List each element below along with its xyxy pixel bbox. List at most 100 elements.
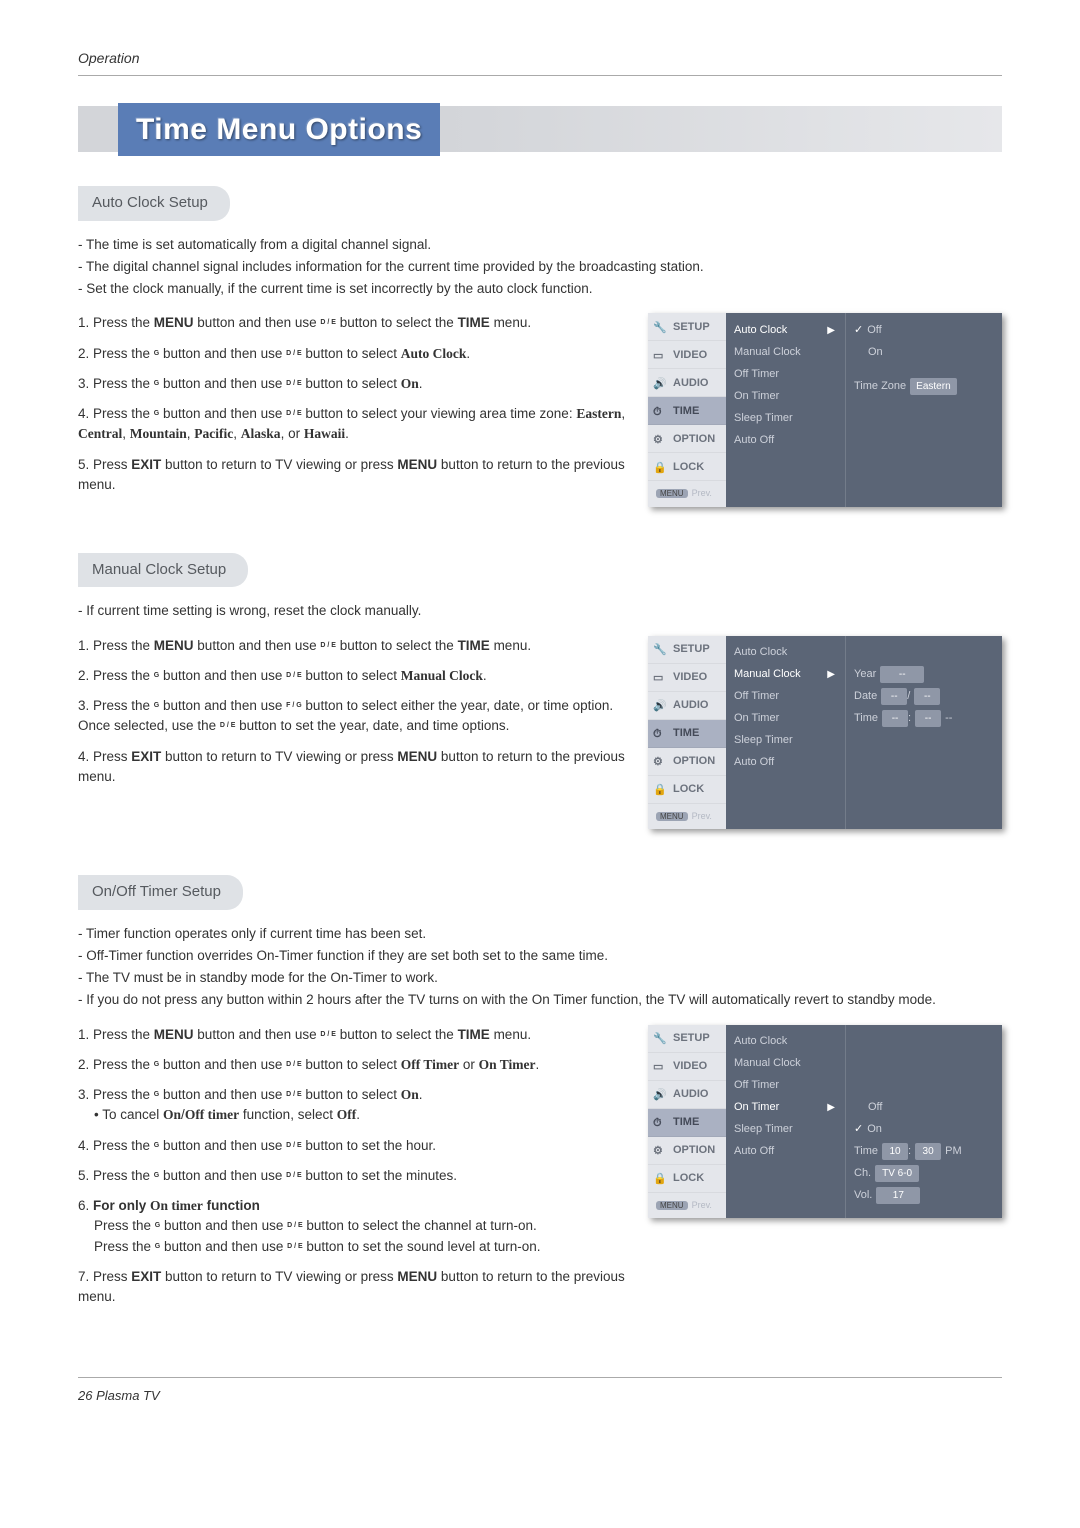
osd-nav-video[interactable]: ▭VIDEO <box>648 1053 726 1081</box>
note-item: - The time is set automatically from a d… <box>78 235 1002 255</box>
lock-icon: 🔒 <box>653 782 669 796</box>
section-onoff-timer-label: On/Off Timer Setup <box>78 875 243 910</box>
wrench-icon: 🔧 <box>653 642 669 656</box>
osd-item-manual-clock[interactable]: Manual Clock▶ <box>734 664 837 686</box>
tv-icon: ▭ <box>653 670 669 684</box>
osd-nav-setup[interactable]: 🔧SETUP <box>648 313 726 341</box>
title-bar: Time Menu Options <box>78 106 1002 152</box>
osd-item-auto-off[interactable]: Auto Off <box>734 1141 837 1163</box>
osd-nav-time[interactable]: ⏱TIME <box>648 1109 726 1137</box>
osd-nav-option[interactable]: ⚙OPTION <box>648 425 726 453</box>
manual-clock-steps: 1. Press the MENU button and then use D … <box>78 636 628 788</box>
wrench-icon: 🔧 <box>653 1031 669 1045</box>
osd-nav-lock[interactable]: 🔒LOCK <box>648 453 726 481</box>
osd-timezone[interactable]: Time ZoneEastern <box>854 375 994 397</box>
osd-footer: MENUPrev. <box>648 1193 726 1219</box>
gear-icon: ⚙ <box>653 432 669 446</box>
osd-nav-setup[interactable]: 🔧SETUP <box>648 1025 726 1053</box>
lock-icon: 🔒 <box>653 460 669 474</box>
osd-timezone-value: Eastern <box>910 378 956 395</box>
manual-clock-notes: - If current time setting is wrong, rese… <box>78 601 1002 621</box>
osd-item-auto-clock[interactable]: Auto Clock▶ <box>734 319 837 341</box>
page-title: Time Menu Options <box>118 103 440 156</box>
osd-nav-audio[interactable]: 🔊AUDIO <box>648 369 726 397</box>
section-manual-clock-label: Manual Clock Setup <box>78 553 248 588</box>
note-item: - The digital channel signal includes in… <box>78 257 1002 277</box>
osd-item-on-timer[interactable]: On Timer <box>734 708 837 730</box>
osd-item-manual-clock[interactable]: Manual Clock <box>734 341 837 363</box>
gear-icon: ⚙ <box>653 754 669 768</box>
osd-item-sleep-timer[interactable]: Sleep Timer <box>734 730 837 752</box>
clock-icon: ⏱ <box>653 726 669 740</box>
osd-nav-time[interactable]: ⏱TIME <box>648 720 726 748</box>
osd-item-sleep-timer[interactable]: Sleep Timer <box>734 1119 837 1141</box>
osd-item-manual-clock[interactable]: Manual Clock <box>734 1053 837 1075</box>
osd-item-auto-clock[interactable]: Auto Clock <box>734 642 837 664</box>
osd-on-timer: 🔧SETUP ▭VIDEO 🔊AUDIO ⏱TIME ⚙OPTION 🔒LOCK… <box>648 1025 1002 1219</box>
osd-date[interactable]: Date--/-- <box>854 686 994 708</box>
osd-item-off-timer[interactable]: Off Timer <box>734 686 837 708</box>
speaker-icon: 🔊 <box>653 376 669 390</box>
chevron-right-icon: ▶ <box>827 323 835 338</box>
divider-bottom <box>78 1377 1002 1378</box>
osd-nav-setup[interactable]: 🔧SETUP <box>648 636 726 664</box>
divider-top <box>78 75 1002 76</box>
gear-icon: ⚙ <box>653 1143 669 1157</box>
osd-ontimer-time[interactable]: Time10:30PM <box>854 1141 994 1163</box>
section-header: Operation <box>78 48 1002 69</box>
onoff-timer-steps: 1. Press the MENU button and then use D … <box>78 1025 628 1308</box>
osd-time[interactable]: Time--:---- <box>854 708 994 730</box>
osd-year[interactable]: Year-- <box>854 664 994 686</box>
osd-value-off[interactable]: ✓Off <box>854 319 994 341</box>
osd-nav-audio[interactable]: 🔊AUDIO <box>648 1081 726 1109</box>
osd-item-auto-off[interactable]: Auto Off <box>734 752 837 774</box>
check-icon: ✓ <box>854 1121 863 1138</box>
note-item: - The TV must be in standby mode for the… <box>78 968 1002 988</box>
lock-icon: 🔒 <box>653 1171 669 1185</box>
osd-manual-clock: 🔧SETUP ▭VIDEO 🔊AUDIO ⏱TIME ⚙OPTION 🔒LOCK… <box>648 636 1002 830</box>
osd-nav-lock[interactable]: 🔒LOCK <box>648 1165 726 1193</box>
osd-nav-video[interactable]: ▭VIDEO <box>648 664 726 692</box>
speaker-icon: 🔊 <box>653 1087 669 1101</box>
note-item: - If current time setting is wrong, rese… <box>78 601 1002 621</box>
osd-item-sleep-timer[interactable]: Sleep Timer <box>734 407 837 429</box>
check-icon: ✓ <box>854 322 863 339</box>
speaker-icon: 🔊 <box>653 698 669 712</box>
auto-clock-steps: 1. Press the MENU button and then use D … <box>78 313 628 495</box>
note-item: - Off-Timer function overrides On-Timer … <box>78 946 1002 966</box>
auto-clock-notes: - The time is set automatically from a d… <box>78 235 1002 300</box>
section-auto-clock-label: Auto Clock Setup <box>78 186 230 221</box>
osd-ontimer-ch[interactable]: Ch.TV 6-0 <box>854 1163 994 1185</box>
osd-nav-option[interactable]: ⚙OPTION <box>648 748 726 776</box>
osd-footer: MENUPrev. <box>648 804 726 830</box>
chevron-right-icon: ▶ <box>827 667 835 682</box>
osd-ontimer-vol[interactable]: Vol.17 <box>854 1185 994 1207</box>
osd-item-auto-off[interactable]: Auto Off <box>734 429 837 451</box>
osd-nav-video[interactable]: ▭VIDEO <box>648 341 726 369</box>
osd-value-off[interactable]: Off <box>854 1097 994 1119</box>
osd-item-off-timer[interactable]: Off Timer <box>734 363 837 385</box>
clock-icon: ⏱ <box>653 1115 669 1129</box>
note-item: - If you do not press any button within … <box>78 990 1002 1010</box>
osd-item-on-timer[interactable]: On Timer <box>734 385 837 407</box>
osd-item-on-timer[interactable]: On Timer▶ <box>734 1097 837 1119</box>
osd-item-off-timer[interactable]: Off Timer <box>734 1075 837 1097</box>
tv-icon: ▭ <box>653 1059 669 1073</box>
osd-footer: MENUPrev. <box>648 481 726 507</box>
tv-icon: ▭ <box>653 348 669 362</box>
osd-value-on[interactable]: ✓On <box>854 1119 994 1141</box>
note-item: - Set the clock manually, if the current… <box>78 279 1002 299</box>
clock-icon: ⏱ <box>653 404 669 418</box>
note-item: - Timer function operates only if curren… <box>78 924 1002 944</box>
page-footer: 26 Plasma TV <box>78 1386 1002 1406</box>
osd-nav-audio[interactable]: 🔊AUDIO <box>648 692 726 720</box>
osd-nav-lock[interactable]: 🔒LOCK <box>648 776 726 804</box>
osd-auto-clock: 🔧SETUP ▭VIDEO 🔊AUDIO ⏱TIME ⚙OPTION 🔒LOCK… <box>648 313 1002 507</box>
osd-nav-option[interactable]: ⚙OPTION <box>648 1137 726 1165</box>
chevron-right-icon: ▶ <box>827 1100 835 1115</box>
osd-value-on[interactable]: On <box>854 341 994 363</box>
onoff-timer-notes: - Timer function operates only if curren… <box>78 924 1002 1011</box>
wrench-icon: 🔧 <box>653 320 669 334</box>
osd-item-auto-clock[interactable]: Auto Clock <box>734 1031 837 1053</box>
osd-nav-time[interactable]: ⏱TIME <box>648 397 726 425</box>
